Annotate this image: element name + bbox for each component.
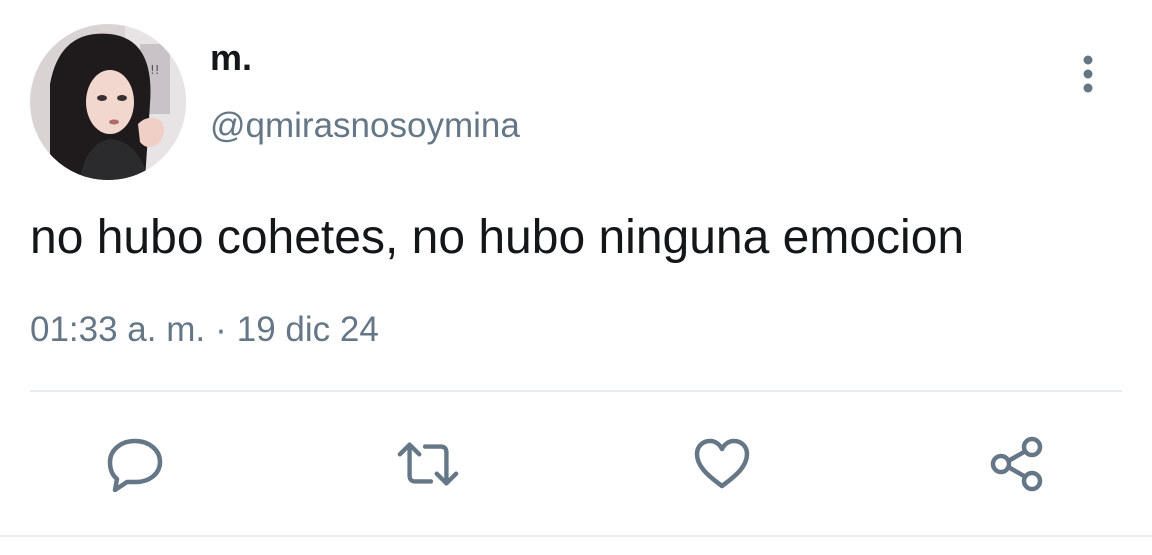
tweet-text: no hubo cohetes, no hubo ninguna emocion [30, 211, 965, 264]
meta-separator: · [215, 310, 227, 349]
vertical-ellipsis-icon [1083, 55, 1093, 93]
retweet-button[interactable] [396, 432, 460, 496]
comment-icon [107, 438, 163, 492]
display-name[interactable]: m. [210, 40, 252, 76]
tweet-time: 01:33 a. m. [30, 310, 206, 349]
avatar-image: !! [30, 24, 186, 180]
like-button[interactable] [690, 432, 754, 496]
retweet-icon [397, 442, 459, 486]
reply-button[interactable] [103, 432, 167, 496]
bottom-divider [0, 535, 1152, 537]
share-button[interactable] [985, 432, 1049, 496]
more-options-button[interactable] [1068, 52, 1108, 96]
user-handle[interactable]: @qmirasnosoymina [210, 108, 520, 143]
tweet-timestamp[interactable]: 01:33 a. m. · 19 dic 24 [30, 312, 379, 347]
share-icon [990, 436, 1043, 492]
divider [30, 390, 1122, 392]
avatar[interactable]: !! [30, 24, 186, 180]
tweet-date: 19 dic 24 [236, 310, 379, 349]
svg-text:!!: !! [150, 63, 160, 77]
heart-icon [694, 438, 750, 489]
tweet-card: !! m. @qmirasnosoymina no hubo cohetes, … [0, 0, 1152, 555]
